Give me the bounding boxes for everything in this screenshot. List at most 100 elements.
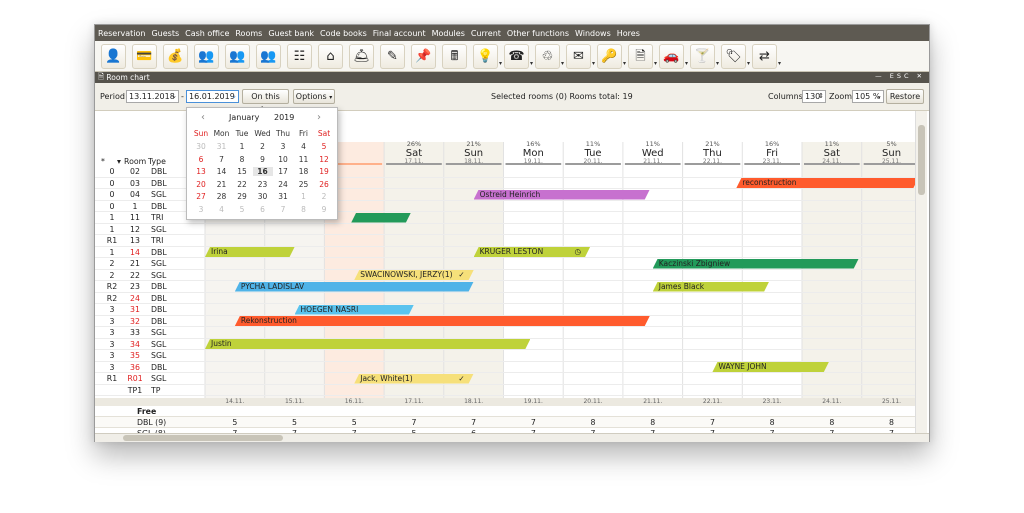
calendar-day[interactable]: 17 <box>273 167 293 176</box>
day-header[interactable]: 16% Fri 23.11. <box>742 140 802 166</box>
reservation-bar[interactable]: Justin <box>205 339 530 349</box>
calendar-day[interactable]: 1 <box>294 192 314 201</box>
menu-item-windows[interactable]: Windows <box>575 29 611 38</box>
calendar-day[interactable]: 7 <box>212 155 232 164</box>
room-plan-button[interactable]: ☷ <box>287 43 312 69</box>
vertical-scrollbar[interactable] <box>915 111 927 433</box>
calendar-day[interactable]: 9 <box>253 155 273 164</box>
calendar-day[interactable]: 21 <box>212 180 232 189</box>
calculator-button[interactable]: 🖩 <box>442 43 467 69</box>
calendar-day[interactable]: 2 <box>253 142 273 151</box>
calendar-day-selected[interactable]: 16 <box>252 167 273 176</box>
day-header[interactable]: 11% Wed 21.11. <box>623 140 683 166</box>
room-row[interactable]: 3 35 SGL <box>95 350 915 362</box>
calendar-day[interactable]: 26 <box>314 180 334 189</box>
lightbulb-button[interactable]: 💡 ▾ <box>473 43 502 69</box>
guest-button[interactable]: 👤 <box>101 43 126 69</box>
calendar-day[interactable]: 3 <box>273 142 293 151</box>
calendar-day[interactable]: 18 <box>294 167 314 176</box>
calendar-day[interactable]: 5 <box>232 205 252 214</box>
menu-item-other-functions[interactable]: Other functions <box>507 29 569 38</box>
room-row[interactable]: R2 24 DBL <box>95 293 915 304</box>
window-controls[interactable]: — ESC ✕ <box>875 72 925 80</box>
calendar-day[interactable]: 30 <box>191 142 211 151</box>
calendar-day[interactable]: 28 <box>212 192 232 201</box>
room-row[interactable]: TP1 TP <box>95 385 915 396</box>
month-select[interactable]: January <box>229 113 259 122</box>
calendar-day[interactable]: 7 <box>273 205 293 214</box>
calendar-day[interactable]: 15 <box>232 167 252 176</box>
key-button[interactable]: 🔑 ▾ <box>597 43 626 69</box>
calendar-day[interactable]: 22 <box>232 180 252 189</box>
calendar-day[interactable]: 30 <box>253 192 273 201</box>
transfer-button[interactable]: ⇄ ▾ <box>752 43 781 69</box>
menu-item-guests[interactable]: Guests <box>151 29 179 38</box>
card-button[interactable]: 💳 <box>132 43 157 69</box>
scroll-thumb[interactable] <box>918 125 925 195</box>
day-header[interactable]: 26% Sat 17.11. <box>384 140 444 166</box>
menu-item-current[interactable]: Current <box>471 29 501 38</box>
reservation-bar[interactable]: Ostreid Heinrich <box>474 190 650 200</box>
columns-stepper[interactable]: 130 ⇕ <box>802 90 826 103</box>
reservation-bar[interactable]: Jack, White(1) ✓ <box>354 374 473 384</box>
calendar-day[interactable]: 23 <box>253 180 273 189</box>
reservation-bar[interactable]: WAYNE JOHN <box>712 362 828 372</box>
reservation-bar[interactable]: KRUGER LESTON ◷ <box>474 247 590 257</box>
reservation-bar[interactable]: Irina <box>205 247 295 257</box>
menu-item-reservation[interactable]: Reservation <box>98 29 145 38</box>
day-header[interactable]: 21% Thu 22.11. <box>683 140 743 166</box>
room-row[interactable]: R1 R01 SGL <box>95 373 915 385</box>
menu-item-final-account[interactable]: Final account <box>373 29 426 38</box>
calendar-day[interactable]: 13 <box>191 167 211 176</box>
calendar-day[interactable]: 3 <box>191 205 211 214</box>
day-header[interactable]: 5% Sun 25.11. <box>862 140 922 166</box>
calendar-day[interactable]: 1 <box>232 142 252 151</box>
on-this-day-button[interactable]: On this day <box>242 89 289 114</box>
bellboy-button[interactable]: 🛎 <box>349 43 374 69</box>
calendar-day[interactable]: 4 <box>294 142 314 151</box>
reservation-bar[interactable]: SWACINOWSKI, JERZY(1) ✓ <box>354 270 473 280</box>
menu-item-hores[interactable]: Hores <box>617 29 640 38</box>
calendar-day[interactable]: 27 <box>191 192 211 201</box>
menu-item-rooms[interactable]: Rooms <box>235 29 262 38</box>
calendar-day[interactable]: 24 <box>273 180 293 189</box>
prev-month-icon[interactable]: ‹ <box>201 112 205 123</box>
hscroll-thumb[interactable] <box>123 435 283 441</box>
group-button[interactable]: 👥 <box>194 43 219 69</box>
options-button[interactable]: Options ▾ <box>293 89 335 104</box>
reservation-bar[interactable]: reconstruction <box>736 178 918 188</box>
calendar-day[interactable]: 29 <box>232 192 252 201</box>
reservation-bar[interactable]: PYCHA LADISLAV <box>235 282 474 292</box>
calendar-day[interactable]: 2 <box>314 192 334 201</box>
room-row[interactable]: 1 12 SGL <box>95 224 915 235</box>
room-row[interactable]: 3 33 SGL <box>95 327 915 339</box>
calendar-day[interactable]: 14 <box>212 167 232 176</box>
reservation-bar[interactable]: Kaczinski Zbigniew <box>653 259 859 269</box>
calendar-day[interactable]: 20 <box>191 180 211 189</box>
cash-button[interactable]: 💰 <box>163 43 188 69</box>
calendar-day[interactable]: 9 <box>314 205 334 214</box>
cocktail-button[interactable]: 🍸 ▾ <box>690 43 719 69</box>
calendar-day[interactable]: 4 <box>212 205 232 214</box>
calendar-day[interactable]: 31 <box>212 142 232 151</box>
home-button[interactable]: ⌂ <box>318 43 343 69</box>
calendar-day[interactable]: 8 <box>294 205 314 214</box>
menu-item-guest-bank[interactable]: Guest bank <box>268 29 314 38</box>
pin-button[interactable]: 📌 <box>411 43 436 69</box>
room-row[interactable]: 3 31 DBL <box>95 304 915 316</box>
room-row[interactable]: R2 23 DBL <box>95 281 915 293</box>
day-header[interactable]: 21% Sun 18.11. <box>444 140 504 166</box>
laundry-button[interactable]: ♲ ▾ <box>535 43 564 69</box>
next-month-icon[interactable]: › <box>317 112 321 123</box>
calendar-day[interactable]: 11 <box>294 155 314 164</box>
calendar-day[interactable]: 12 <box>314 155 334 164</box>
reservation-bar[interactable]: James Black <box>653 282 769 292</box>
calendar-day[interactable]: 19 <box>314 167 334 176</box>
day-header[interactable]: 16% Mon 19.11. <box>504 140 564 166</box>
star-column-header[interactable]: * <box>101 157 105 166</box>
room-row[interactable]: 2 22 SGL <box>95 270 915 281</box>
type-column-header[interactable]: Type <box>148 157 166 166</box>
calendar-day[interactable]: 5 <box>314 142 334 151</box>
calendar-day[interactable]: 8 <box>232 155 252 164</box>
room-row[interactable]: R1 13 TRI <box>95 235 915 247</box>
